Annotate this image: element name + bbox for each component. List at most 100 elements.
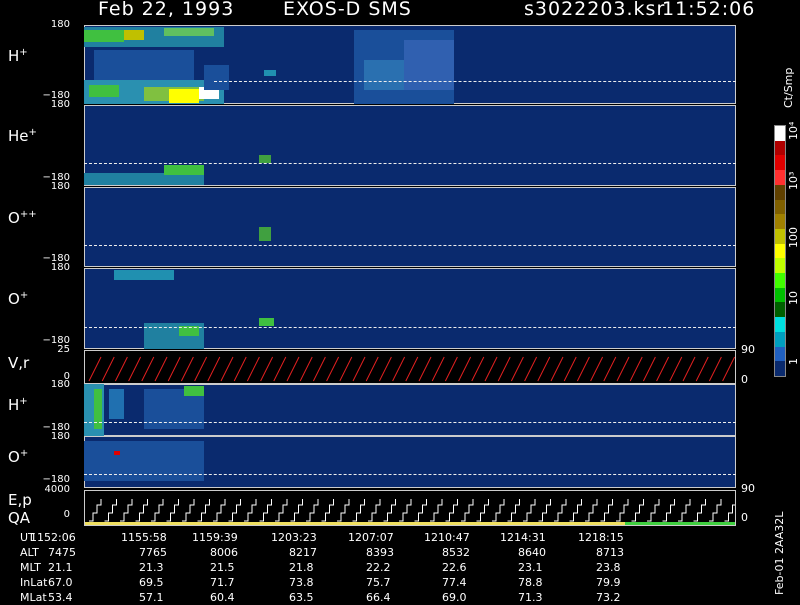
spectrogram-cell	[169, 89, 199, 103]
title-mission: EXOS-D SMS	[283, 0, 412, 20]
colorbar-swatch	[775, 346, 785, 362]
ephemeris-value: 7765	[139, 546, 167, 559]
ephemeris-value: 1207:07	[348, 531, 394, 544]
vr-label: V,r	[8, 354, 30, 372]
ephemeris-value: 53.4	[48, 591, 73, 604]
ephemeris-label: MLat	[20, 591, 47, 604]
vr-panel	[84, 350, 736, 384]
colorbar-swatch	[775, 126, 785, 141]
spectrogram-cell	[259, 318, 274, 326]
vr-right-top: 90	[741, 343, 755, 356]
dashed-line	[214, 81, 736, 82]
sub-panel-label: O+	[8, 448, 29, 466]
ephemeris-value: 1155:58	[121, 531, 167, 544]
ep-trace	[89, 499, 735, 522]
ephemeris-value: 22.2	[366, 561, 391, 574]
ephemeris-row: ALT 7475 7765 8006 8217 8393 8532 8640 8713	[0, 546, 740, 560]
dashed-line	[84, 474, 736, 475]
panel-label: O++	[8, 209, 37, 227]
spectrogram-cell	[109, 389, 124, 419]
qa-label: QA	[8, 509, 31, 527]
ephemeris-value: 73.2	[596, 591, 621, 604]
ephemeris-row: UT 1152:06 1155:58 1159:39 1203:23 1207:07 121…	[0, 531, 740, 545]
ephemeris-value: 69.0	[442, 591, 467, 604]
panel-label: O+	[8, 290, 29, 308]
ephemeris-row: InLat 67.0 69.5 71.7 73.8 75.7 77.4 78.8 79.9	[0, 576, 740, 590]
vr-right-bot: 0	[741, 373, 748, 386]
title-time: 11:52:06	[662, 0, 756, 20]
ephemeris-label: ALT	[20, 546, 39, 559]
ephemeris-value: 75.7	[366, 576, 391, 589]
qa-bar-green	[625, 522, 735, 525]
spectrogram-cell	[264, 70, 276, 76]
spectrogram-cell	[184, 386, 204, 396]
colorbar-swatch	[775, 243, 785, 259]
spectrogram-cell	[404, 40, 454, 90]
spectrogram-panel	[84, 187, 736, 267]
spectrogram-cell	[84, 30, 124, 42]
colorbar-swatch	[775, 361, 785, 376]
spectrogram-cell	[259, 155, 271, 163]
sub-panel-label: H+	[8, 396, 28, 414]
ephemeris-value: 1152:06	[30, 531, 76, 544]
panel-top-tick: 180	[50, 262, 70, 273]
ephemeris-value: 63.5	[289, 591, 314, 604]
spectrogram-cell	[89, 85, 119, 97]
spectrogram-cell	[164, 28, 214, 36]
colorbar-swatch	[775, 302, 785, 318]
title-file: s3022203.ksr	[524, 0, 666, 20]
panel-top-tick: 180	[50, 99, 70, 110]
ephemeris-value: 1218:15	[578, 531, 624, 544]
sub-panel-top-tick: 180	[50, 379, 70, 390]
ephemeris-value: 21.8	[289, 561, 314, 574]
ephemeris-value: 8217	[289, 546, 317, 559]
spectrogram-cell	[164, 165, 204, 175]
ephemeris-value: 1210:47	[424, 531, 470, 544]
panel-label: He+	[8, 127, 37, 145]
spectrogram-cell	[204, 65, 229, 90]
vr-top-tick: 25	[57, 344, 70, 355]
ephemeris-value: 57.1	[139, 591, 164, 604]
ep-top-tick: 4000	[44, 484, 70, 495]
ephemeris-value: 21.3	[139, 561, 164, 574]
colorbar-swatch	[775, 140, 785, 156]
ephemeris-label: MLT	[20, 561, 41, 574]
spectrogram-cell	[259, 227, 271, 241]
dashed-line	[84, 245, 736, 246]
ep-right-top: 90	[741, 482, 755, 495]
ephemeris-value: 8532	[442, 546, 470, 559]
spectrogram-cell	[124, 30, 144, 40]
colorbar-swatch	[775, 287, 785, 303]
ephemeris-value: 8640	[518, 546, 546, 559]
ephemeris-value: 71.3	[518, 591, 543, 604]
ephemeris-value: 7475	[48, 546, 76, 559]
ep-panel	[84, 490, 736, 526]
ephemeris-value: 23.1	[518, 561, 543, 574]
panel-label: H+	[8, 47, 28, 65]
colorbar	[774, 125, 786, 377]
ephemeris-value: 23.8	[596, 561, 621, 574]
ephemeris-value: 67.0	[48, 576, 73, 589]
colorbar-tick: 10³	[787, 171, 800, 190]
colorbar-swatch	[775, 155, 785, 171]
ephemeris-value: 79.9	[596, 576, 621, 589]
ephemeris-value: 8713	[596, 546, 624, 559]
colorbar-swatch	[775, 184, 785, 200]
panel-top-tick: 180	[50, 19, 70, 30]
ephemeris-value: 1214:31	[500, 531, 546, 544]
colorbar-swatch	[775, 170, 785, 185]
colorbar-swatch	[775, 258, 785, 274]
colorbar-swatch	[775, 273, 785, 288]
colorbar-unit: Ct/Smp	[782, 67, 795, 108]
colorbar-tick: 10	[787, 291, 800, 305]
ephemeris-label: InLat	[20, 576, 48, 589]
vr-trace	[88, 356, 735, 382]
dashed-line	[84, 163, 736, 164]
ephemeris-row: MLT 21.1 21.3 21.5 21.8 22.2 22.6 23.1 23.8	[0, 561, 740, 575]
ep-right-bot: 0	[741, 511, 748, 524]
colorbar-swatch	[775, 331, 785, 347]
qa-bar-yellow	[85, 522, 625, 525]
dashed-line	[84, 327, 736, 328]
spectrogram-cell	[94, 389, 102, 429]
ephemeris-value: 71.7	[210, 576, 235, 589]
